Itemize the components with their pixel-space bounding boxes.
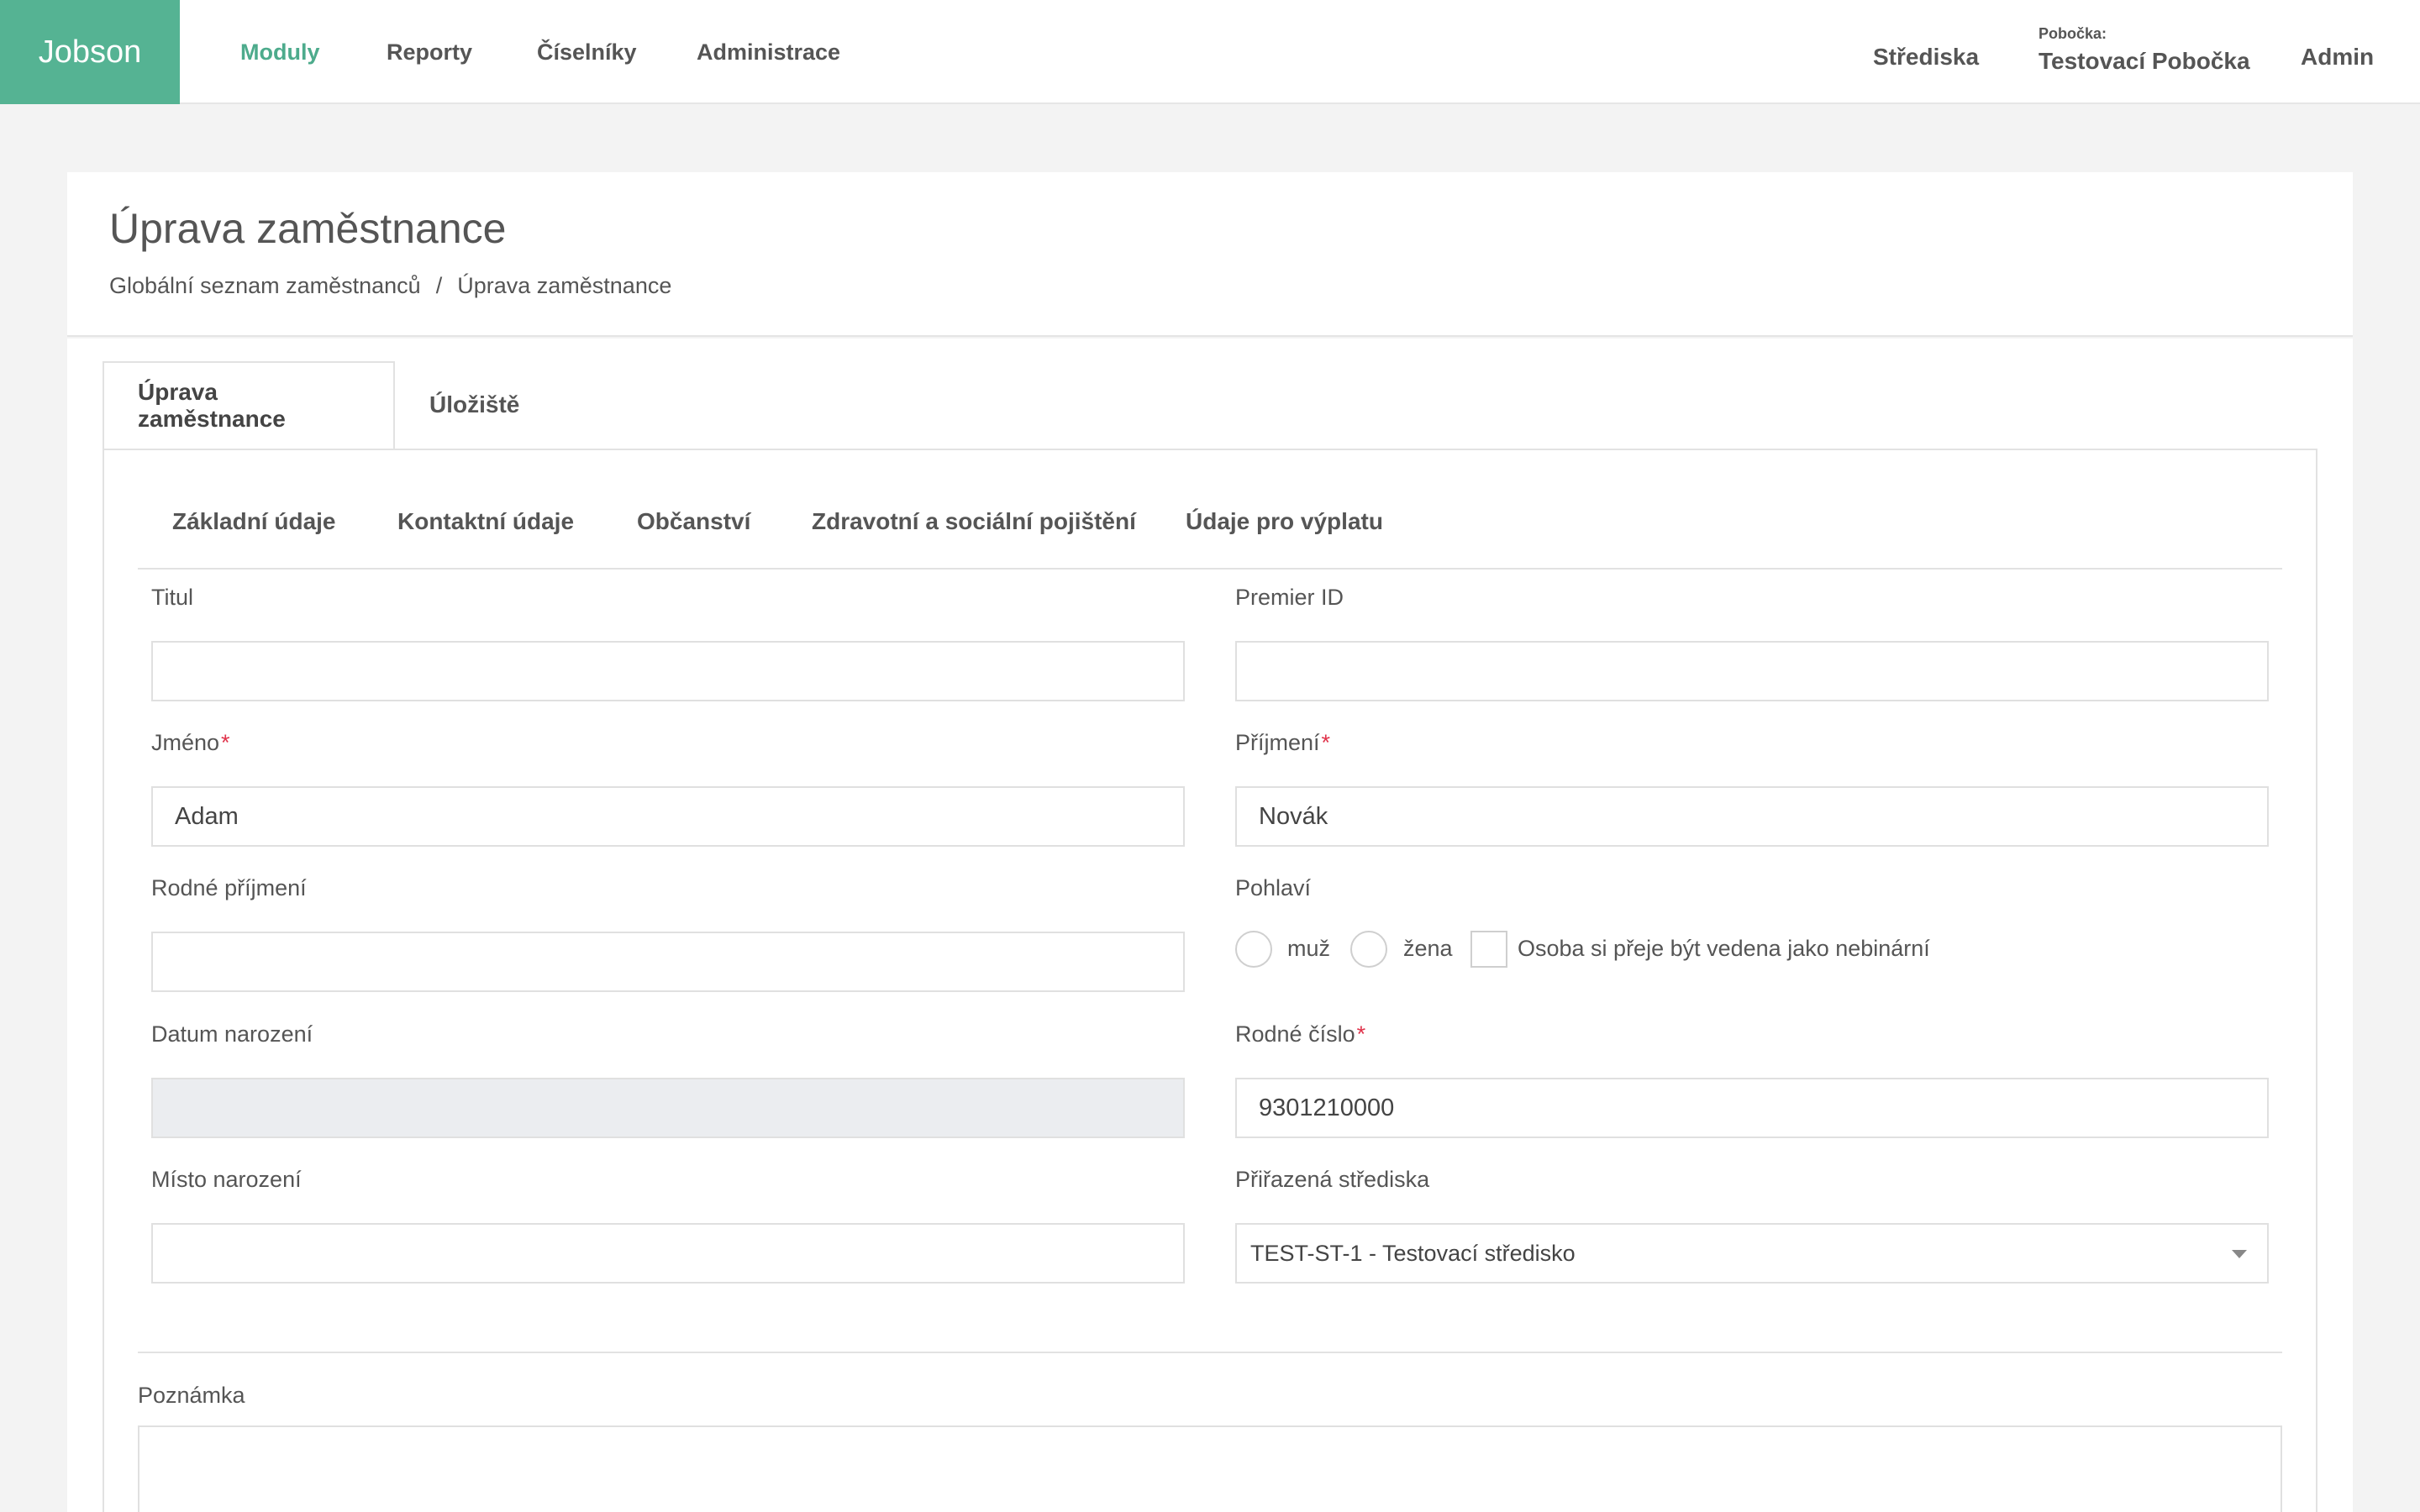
nonbinary-label: Osoba si přeje být vedena jako nebinární [1518,936,1930,961]
nav-item-administrace[interactable]: Administrace [697,0,840,104]
gender-female-label: žena [1403,936,1453,961]
nav-item-ciselniky[interactable]: Číselníky [537,0,637,104]
last-name-label-text: Příjmení [1235,730,1320,755]
page-header: Úprava zaměstnance Globální seznam zaměs… [67,172,2353,337]
subtab-zakladni-udaje[interactable]: Základní údaje [172,508,336,535]
top-navbar: Jobson Moduly Reporty Číselníky Administ… [0,0,2420,104]
gender-label: Pohlaví [1235,875,1312,900]
birth-surname-label: Rodné příjmení [151,875,307,900]
chevron-down-icon [2232,1250,2247,1258]
note-textarea[interactable] [138,1425,2282,1512]
birth-date-label: Datum narození [151,1021,313,1047]
first-name-input[interactable]: Adam [151,786,1185,847]
branch-caption: Pobočka: [2039,25,2107,42]
first-name-label-text: Jméno [151,730,220,755]
breadcrumb-separator: / [435,273,443,298]
form-divider [138,1352,2282,1353]
page-title: Úprava zaměstnance [109,205,507,252]
birth-number-input[interactable]: 9301210000 [1235,1078,2269,1138]
user-menu[interactable]: Admin [2301,44,2374,71]
nav-item-moduly[interactable]: Moduly [240,0,320,104]
tab-uprava-zamestnance[interactable]: Úprava zaměstnance [103,361,395,449]
breadcrumb: Globální seznam zaměstnanců / Úprava zam… [109,273,671,299]
subtab-pojisteni[interactable]: Zdravotní a sociální pojištění [812,508,1136,535]
required-mark: * [1321,730,1331,755]
title-label: Titul [151,585,194,610]
birth-place-label: Místo narození [151,1167,302,1192]
note-label: Poznámka [138,1383,245,1408]
app-logo[interactable]: Jobson [0,0,180,104]
gender-male-radio[interactable] [1235,931,1272,968]
gender-female-radio[interactable] [1350,931,1387,968]
subtab-divider [138,568,2282,570]
subtab-kontaktni-udaje[interactable]: Kontaktní údaje [397,508,574,535]
nonbinary-checkbox[interactable] [1470,931,1507,968]
premier-id-input[interactable] [1235,641,2269,701]
breadcrumb-parent-link[interactable]: Globální seznam zaměstnanců [109,273,421,299]
required-mark: * [221,730,230,755]
branch-selector[interactable]: Pobočka: Testovací Pobočka [2039,25,2250,75]
assigned-centers-label: Přiřazená střediska [1235,1167,1430,1192]
birth-date-input [151,1078,1185,1138]
nav-item-reporty[interactable]: Reporty [387,0,472,104]
assigned-centers-value: TEST-ST-1 - Testovací středisko [1250,1240,1576,1266]
assigned-centers-select[interactable]: TEST-ST-1 - Testovací středisko [1235,1223,2269,1284]
last-name-input[interactable]: Novák [1235,786,2269,847]
first-name-label: Jméno* [151,730,230,756]
title-input[interactable] [151,641,1185,701]
subtab-obcanstvi[interactable]: Občanství [637,508,750,535]
nav-item-strediska[interactable]: Střediska [1873,44,1979,71]
birth-number-label: Rodné číslo* [1235,1021,1365,1047]
breadcrumb-current: Úprava zaměstnance [457,273,672,298]
birth-place-input[interactable] [151,1223,1185,1284]
subtab-udaje-pro-vyplatu[interactable]: Údaje pro výplatu [1186,508,1383,535]
gender-male-label: muž [1287,936,1331,961]
required-mark: * [1356,1021,1366,1047]
premier-id-label: Premier ID [1235,585,1344,610]
tab-uloziste[interactable]: Úložiště [396,361,553,449]
birth-number-label-text: Rodné číslo [1235,1021,1355,1047]
last-name-label: Příjmení* [1235,730,1330,756]
branch-name: Testovací Pobočka [2039,48,2250,74]
birth-surname-input[interactable] [151,932,1185,992]
